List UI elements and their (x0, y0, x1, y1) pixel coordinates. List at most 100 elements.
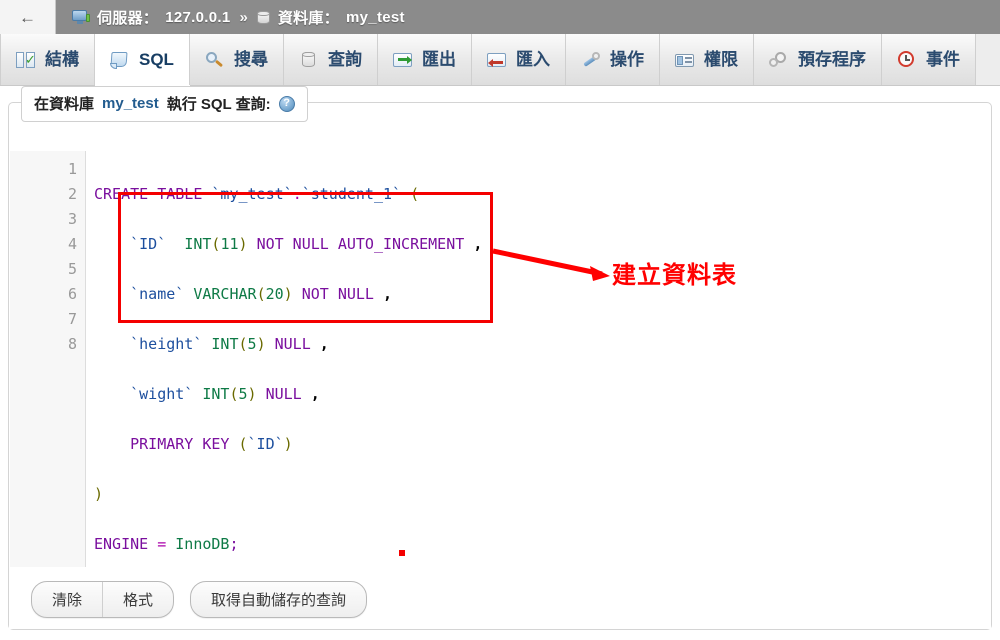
editor-button-bar: 清除 格式 取得自動儲存的查詢 (9, 569, 991, 629)
tab-sql-label: SQL (139, 50, 174, 69)
autosaved-button-group: 取得自動儲存的查詢 (190, 580, 368, 618)
sql-code-text[interactable]: CREATE TABLE `my_test`.`student_1` ( `ID… (86, 151, 990, 567)
token-paren: ) (283, 285, 293, 303)
token-number: 5 (247, 335, 257, 353)
breadcrumb-separator: » (239, 8, 248, 26)
structure-icon: ✓ (16, 51, 36, 69)
token-keyword: PRIMARY KEY (130, 435, 230, 453)
sql-query-fieldset: 在資料庫 my_test 執行 SQL 查詢: ? 1 2 3 4 5 6 7 … (8, 86, 992, 630)
red-dot-marker (399, 550, 405, 556)
token-comma: , (319, 335, 329, 353)
tab-query-label: 查詢 (327, 50, 362, 69)
format-button[interactable]: 格式 (103, 582, 173, 617)
token-type: INT (211, 335, 239, 353)
gears-icon (768, 51, 789, 69)
token-keyword: NOT NULL (301, 285, 374, 303)
token-paren: ( (238, 335, 248, 353)
token-paren: ) (247, 385, 257, 403)
code-line: ENGINE = InnoDB; (94, 532, 990, 557)
token-number: 11 (220, 235, 239, 253)
clear-format-button-group: 清除 格式 (31, 580, 175, 618)
line-number: 2 (67, 185, 77, 203)
token-identifier: `name` (130, 285, 185, 303)
line-number: 3 (67, 210, 77, 228)
breadcrumb-db-label: 資料庫： (277, 9, 340, 27)
sql-panel: 在資料庫 my_test 執行 SQL 查詢: ? 1 2 3 4 5 6 7 … (0, 86, 1000, 640)
token-comma: , (473, 235, 483, 253)
line-number-gutter: 1 2 3 4 5 6 7 8 (10, 151, 86, 567)
token-semicolon: ; (229, 535, 239, 553)
token-paren: ( (401, 185, 420, 203)
legend-database-name: my_test (102, 95, 159, 112)
token-type: InnoDB (175, 535, 230, 553)
line-number: 5 (67, 260, 77, 278)
tab-operations-label: 操作 (609, 50, 644, 69)
line-number: 8 (67, 335, 77, 353)
import-icon (486, 51, 507, 69)
tab-operations[interactable]: 操作 (565, 34, 660, 85)
tab-search-label: 搜尋 (233, 50, 268, 69)
token-identifier: `student_1` (301, 185, 402, 203)
wrench-icon (581, 51, 601, 69)
clear-button[interactable]: 清除 (32, 581, 104, 617)
token-paren: ) (283, 435, 293, 453)
code-line: PRIMARY KEY (`ID`) (94, 432, 990, 457)
token-keyword: NOT NULL AUTO_INCREMENT (256, 235, 465, 253)
code-line: CREATE TABLE `my_test`.`student_1` ( (94, 182, 990, 207)
server-breadcrumb-bar: ← 伺服器： 127.0.0.1 » 資料庫： my_test (0, 0, 1000, 34)
tab-routines-label: 預存程序 (797, 50, 866, 69)
tab-privileges[interactable]: 權限 (659, 34, 754, 85)
token-paren: ) (238, 235, 248, 253)
token-number: 5 (238, 385, 248, 403)
tab-routines[interactable]: 預存程序 (753, 34, 882, 85)
token-identifier: `wight` (130, 385, 194, 403)
back-arrow-icon: ← (19, 7, 36, 27)
code-line: `wight` INT(5) NULL , (94, 382, 990, 407)
code-line: `name` VARCHAR(20) NOT NULL , (94, 282, 990, 307)
token-type: INT (202, 385, 230, 403)
token-paren: ( (256, 285, 266, 303)
token-paren: ) (256, 335, 266, 353)
sql-scroll-icon (110, 51, 130, 69)
tab-search[interactable]: 搜尋 (189, 34, 284, 85)
tab-query[interactable]: 查詢 (283, 34, 378, 85)
server-icon (72, 10, 90, 24)
code-line: ) (94, 482, 990, 507)
token-number: 20 (265, 285, 284, 303)
tab-import[interactable]: 匯入 (471, 34, 566, 85)
token-keyword: ENGINE (94, 535, 149, 553)
help-question-icon[interactable]: ? (278, 95, 295, 112)
token-paren: ( (238, 435, 248, 453)
line-number: 6 (67, 285, 77, 303)
tab-export[interactable]: 匯出 (377, 34, 472, 85)
main-tab-bar: ✓ 結構 SQL 搜尋 查詢 匯出 匯入 操作 權限 預存程序 事件 (0, 34, 1000, 86)
tab-events-label: 事件 (925, 50, 960, 69)
line-number: 4 (67, 235, 77, 253)
legend-prefix: 在資料庫 (34, 96, 95, 113)
back-button[interactable]: ← (0, 0, 56, 34)
export-icon (392, 51, 413, 69)
token-identifier: `ID` (130, 235, 167, 253)
code-line: `ID` INT(11) NOT NULL AUTO_INCREMENT , (94, 232, 990, 257)
sql-code-editor[interactable]: 1 2 3 4 5 6 7 8 CREATE TABLE `my_test`.`… (10, 151, 990, 567)
clock-icon (897, 50, 917, 69)
token-comma: , (383, 285, 393, 303)
breadcrumb-server-label: 伺服器： (97, 9, 159, 27)
get-autosaved-query-button[interactable]: 取得自動儲存的查詢 (191, 582, 366, 617)
tab-events[interactable]: 事件 (881, 34, 976, 85)
breadcrumb-db-value[interactable]: my_test (346, 9, 405, 26)
token-operator: . (292, 185, 302, 203)
token-identifier: `height` (130, 335, 203, 353)
token-identifier: `ID` (247, 435, 284, 453)
tab-structure[interactable]: ✓ 結構 (0, 34, 95, 85)
tab-structure-label: 結構 (45, 50, 79, 69)
token-identifier: `my_test` (211, 185, 293, 203)
token-operator: = (157, 535, 167, 553)
database-icon (299, 51, 319, 69)
tab-sql[interactable]: SQL (95, 34, 190, 86)
token-keyword: NULL (274, 335, 311, 353)
fieldset-legend: 在資料庫 my_test 執行 SQL 查詢: ? (21, 86, 308, 122)
breadcrumb-server-value[interactable]: 127.0.0.1 (165, 9, 230, 26)
token-type: INT (184, 235, 212, 253)
token-comma: , (310, 385, 320, 403)
